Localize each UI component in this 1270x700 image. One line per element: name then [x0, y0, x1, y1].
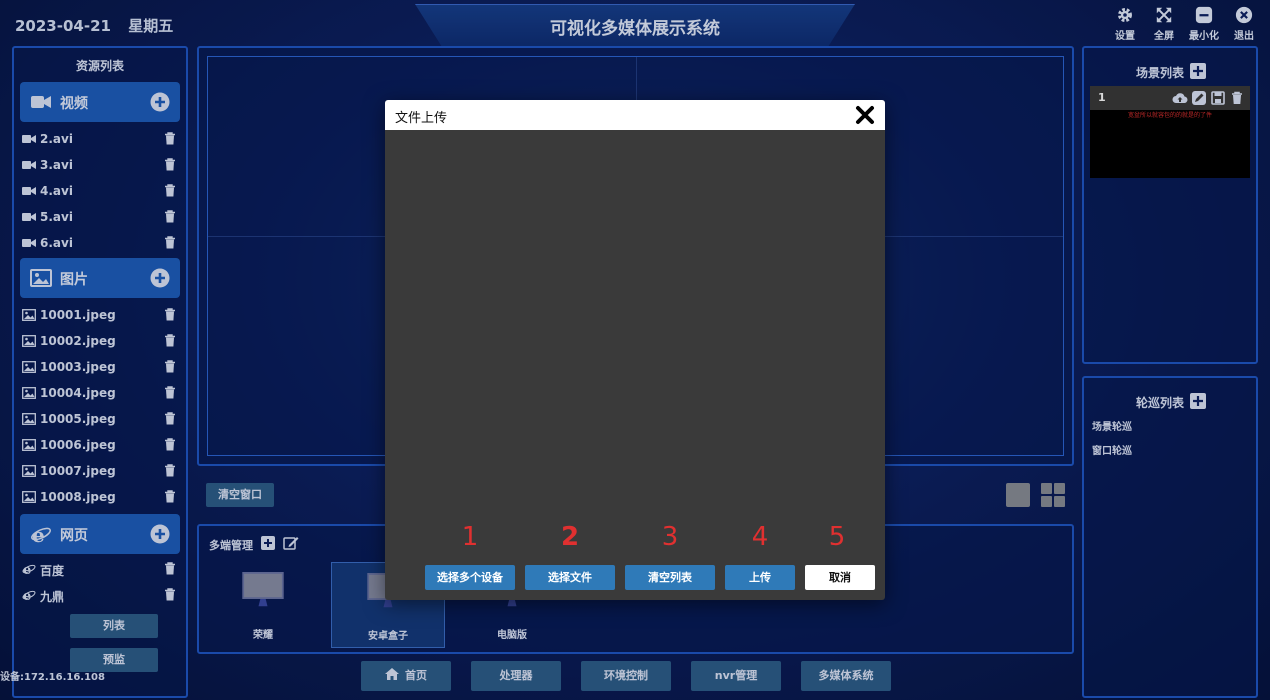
cancel-button[interactable]: 取消	[805, 565, 875, 590]
file-upload-dialog: 文件上传 1 2 3 4 5 选择多个设备 选择文件 清空列表 上传 取消	[385, 100, 885, 600]
select-multiple-devices-button[interactable]: 选择多个设备	[425, 565, 515, 590]
dialog-title: 文件上传	[395, 111, 448, 126]
step-number-1: 1	[461, 522, 479, 552]
step-number-3: 3	[661, 522, 679, 552]
clear-list-button[interactable]: 清空列表	[625, 565, 715, 590]
close-icon[interactable]	[855, 105, 875, 125]
select-file-button[interactable]: 选择文件	[525, 565, 615, 590]
step-number-5: 5	[828, 522, 846, 552]
dialog-header: 文件上传	[385, 100, 885, 130]
step-number-2: 2	[560, 522, 580, 552]
upload-button[interactable]: 上传	[725, 565, 795, 590]
